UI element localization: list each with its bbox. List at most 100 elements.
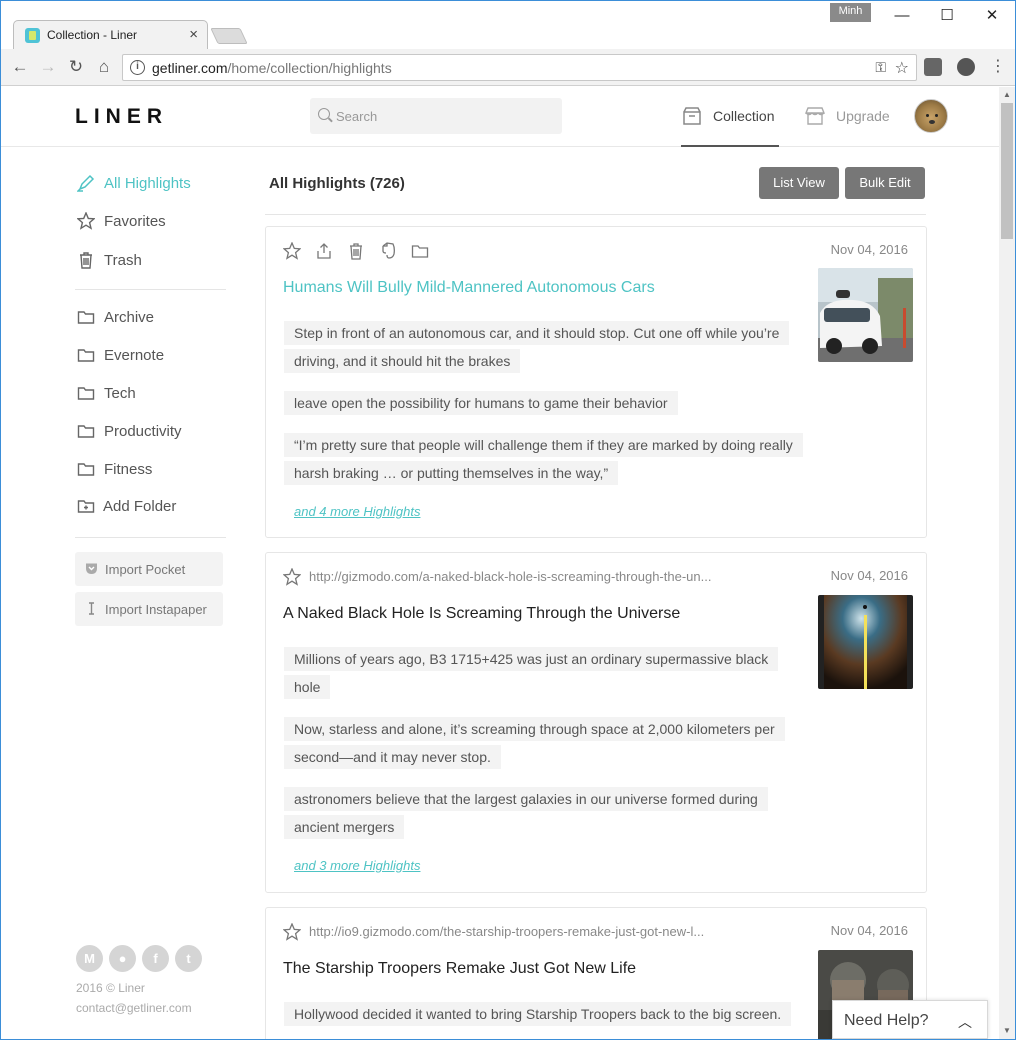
highlighter-icon [77, 174, 95, 192]
article-thumbnail[interactable] [818, 268, 913, 362]
twitter-icon[interactable]: t [175, 945, 202, 972]
more-highlights-link[interactable]: and 3 more Highlights [294, 858, 420, 873]
sidebar-divider [75, 289, 226, 290]
star-icon[interactable] [283, 923, 301, 941]
sidebar-item-label: Productivity [104, 423, 182, 440]
page-title: All Highlights (726) [269, 175, 405, 192]
site-info-icon[interactable]: i [130, 60, 145, 75]
import-label: Import Instapaper [105, 602, 207, 617]
highlight-snippet[interactable]: Step in front of an autonomous car, and … [284, 319, 804, 375]
highlight-snippet[interactable]: astronomers believe that the largest gal… [284, 785, 804, 841]
folder-icon [77, 349, 95, 362]
medium-icon[interactable]: M [76, 945, 103, 972]
avatar[interactable] [914, 99, 948, 133]
folder-icon[interactable] [411, 242, 429, 260]
browser-menu-icon[interactable]: ⋮ [988, 57, 1008, 77]
contact-email[interactable]: contact@getliner.com [76, 1001, 192, 1015]
card-title[interactable]: The Starship Troopers Remake Just Got Ne… [283, 960, 636, 978]
liner-extension-icon[interactable] [924, 58, 942, 76]
folder-icon [77, 387, 95, 400]
card-date: Nov 04, 2016 [830, 568, 908, 583]
import-label: Import Pocket [105, 562, 186, 577]
scroll-up-arrow-icon[interactable]: ▲ [999, 87, 1015, 103]
highlight-snippet[interactable]: Hollywood decided it wanted to bring Sta… [284, 1000, 804, 1028]
maximize-button[interactable]: ☐ [924, 5, 970, 27]
highlight-snippet[interactable]: Millions of years ago, B3 1715+425 was j… [284, 645, 804, 701]
sidebar-item-add-folder[interactable]: Add Folder [75, 494, 225, 518]
highlight-snippet[interactable]: Now, starless and alone, it’s screaming … [284, 715, 804, 771]
evernote-icon[interactable] [379, 242, 397, 260]
liner-logo[interactable]: LINER [75, 105, 168, 129]
folder-icon [77, 311, 95, 324]
card-date: Nov 04, 2016 [830, 242, 908, 257]
scrollbar-thumb[interactable] [1001, 103, 1013, 239]
sidebar-item-productivity[interactable]: Productivity [75, 419, 225, 443]
nav-collection-label: Collection [713, 108, 775, 124]
star-icon[interactable] [283, 568, 301, 586]
browser-toolbar: ← → ↻ ⌂ i getliner.com/home/collection/h… [1, 49, 1015, 86]
minimize-button[interactable]: — [879, 5, 925, 27]
bulk-edit-button[interactable]: Bulk Edit [845, 167, 925, 199]
chevron-up-icon[interactable]: ︿ [958, 1012, 972, 1032]
close-window-button[interactable]: ✕ [969, 5, 1015, 27]
evernote-extension-icon[interactable] [957, 58, 975, 76]
key-icon[interactable]: ⚿ [875, 59, 886, 76]
page-scrollbar[interactable]: ▲ ▼ [999, 87, 1015, 1039]
sidebar-item-fitness[interactable]: Fitness [75, 457, 225, 481]
highlight-card[interactable]: http://gizmodo.com/a-naked-black-hole-is… [265, 552, 927, 893]
card-title[interactable]: A Naked Black Hole Is Screaming Through … [283, 605, 680, 623]
address-bar[interactable]: i getliner.com/home/collection/highlight… [122, 54, 917, 81]
card-date: Nov 04, 2016 [830, 923, 908, 938]
sidebar-item-favorites[interactable]: Favorites [75, 209, 225, 233]
share-icon[interactable] [315, 242, 333, 260]
forward-button[interactable]: → [38, 57, 58, 77]
bookmark-star-icon[interactable]: ☆ [895, 58, 909, 78]
trash-icon[interactable] [347, 242, 365, 260]
sidebar-item-trash[interactable]: Trash [75, 248, 225, 272]
highlight-snippet[interactable]: leave open the possibility for humans to… [284, 389, 804, 417]
scroll-down-arrow-icon[interactable]: ▼ [999, 1023, 1015, 1039]
browser-tab[interactable]: Collection - Liner × [13, 20, 208, 49]
star-icon[interactable] [283, 242, 301, 260]
article-thumbnail[interactable] [818, 595, 913, 689]
copyright: 2016 © Liner [76, 981, 145, 995]
back-button[interactable]: ← [10, 57, 30, 77]
more-highlights-link[interactable]: and 4 more Highlights [294, 504, 420, 519]
tab-close-icon[interactable]: × [189, 26, 198, 43]
sidebar-item-label: Tech [104, 385, 136, 402]
address-url[interactable]: getliner.com/home/collection/highlights [152, 60, 392, 76]
sidebar-item-tech[interactable]: Tech [75, 381, 225, 405]
reload-button[interactable]: ↻ [66, 57, 86, 77]
nav-upgrade[interactable]: Upgrade [804, 87, 896, 147]
app-header: LINER Collection Upgrade [1, 87, 999, 147]
nav-upgrade-label: Upgrade [836, 108, 890, 124]
sidebar-item-label: All Highlights [104, 175, 191, 192]
highlight-card[interactable]: http://io9.gizmodo.com/the-starship-troo… [265, 907, 927, 1039]
source-url[interactable]: http://io9.gizmodo.com/the-starship-troo… [309, 924, 704, 939]
card-title[interactable]: Humans Will Bully Mild-Mannered Autonomo… [283, 279, 655, 297]
home-button[interactable]: ⌂ [94, 57, 114, 77]
sidebar-item-archive[interactable]: Archive [75, 305, 225, 329]
nav-collection[interactable]: Collection [681, 87, 779, 147]
search-box[interactable] [310, 98, 562, 134]
sidebar-item-all-highlights[interactable]: All Highlights [75, 171, 225, 195]
list-view-button[interactable]: List View [759, 167, 839, 199]
trash-icon [80, 252, 92, 269]
import-instapaper-button[interactable]: Import Instapaper [75, 592, 223, 626]
search-input[interactable] [336, 106, 556, 126]
sidebar-item-label: Add Folder [103, 498, 177, 515]
autonomous-car-image [818, 268, 913, 362]
sidebar-item-evernote[interactable]: Evernote [75, 343, 225, 367]
new-tab-button[interactable] [210, 28, 248, 44]
reddit-icon[interactable]: ● [109, 945, 136, 972]
star-icon [77, 212, 95, 230]
need-help-widget[interactable]: Need Help? ︿ [832, 1000, 988, 1039]
highlight-snippet[interactable]: “I’m pretty sure that people will challe… [284, 431, 804, 487]
profile-badge[interactable]: Minh [830, 3, 871, 22]
import-pocket-button[interactable]: Import Pocket [75, 552, 223, 586]
facebook-icon[interactable]: f [142, 945, 169, 972]
highlight-card[interactable]: Nov 04, 2016 Humans Will Bully Mild-Mann… [265, 226, 927, 538]
tab-title: Collection - Liner [47, 28, 138, 42]
source-url[interactable]: http://gizmodo.com/a-naked-black-hole-is… [309, 569, 711, 584]
browser-window: Collection - Liner × Minh — ☐ ✕ ← → ↻ ⌂ … [0, 0, 1016, 1040]
